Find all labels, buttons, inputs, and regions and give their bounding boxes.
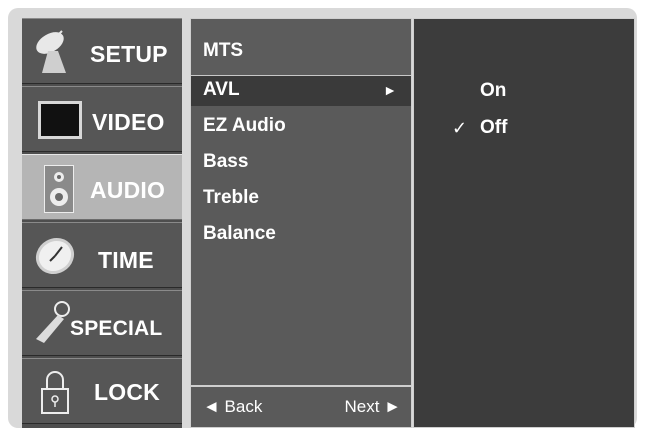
menu-item-label: AVL (203, 79, 240, 100)
category-video[interactable]: VIDEO (22, 86, 182, 152)
category-label: LOCK (94, 379, 160, 405)
checkmark-icon: ✓ (452, 118, 468, 138)
category-column: SETUP VIDEO AUDIO TIME SPECIAL LOCK (22, 18, 182, 428)
category-label: TIME (98, 247, 154, 273)
menu-item-avl[interactable]: AVL ► (191, 76, 411, 106)
menu-item-bass[interactable]: Bass (191, 148, 411, 178)
category-audio[interactable]: AUDIO (22, 154, 182, 220)
category-setup[interactable]: SETUP (22, 18, 182, 84)
option-on[interactable]: On (480, 80, 506, 102)
category-label: AUDIO (90, 177, 166, 203)
menu-item-label: Treble (203, 187, 259, 208)
category-special[interactable]: SPECIAL (22, 290, 182, 356)
menu-item-treble[interactable]: Treble (191, 184, 411, 214)
menu-item-balance[interactable]: Balance (191, 220, 411, 250)
menu-item-label: Bass (203, 151, 249, 172)
audio-submenu: MTS AVL ► EZ Audio Bass Treble Balance ◄… (190, 18, 412, 428)
menu-item-ez-audio[interactable]: EZ Audio (191, 112, 411, 142)
category-label: VIDEO (92, 109, 165, 135)
clock-icon (35, 237, 75, 275)
menu-item-label: Balance (203, 223, 276, 244)
category-label: SPECIAL (70, 317, 163, 340)
submenu-arrow-icon: ► (383, 82, 397, 98)
option-off[interactable]: Off (480, 117, 507, 139)
menu-footer: ◄ Back Next ► (191, 385, 411, 427)
key-icon (36, 301, 70, 343)
speaker-icon (44, 165, 74, 213)
next-button[interactable]: Next ► (344, 397, 401, 417)
tv-screen-icon (38, 101, 82, 139)
category-time[interactable]: TIME (22, 222, 182, 288)
back-button[interactable]: ◄ Back (203, 397, 262, 417)
menu-item-label: EZ Audio (203, 115, 286, 136)
category-lock[interactable]: LOCK (22, 358, 182, 424)
avl-options-panel: On ✓ Off (413, 18, 635, 428)
menu-item-label: MTS (203, 40, 244, 61)
satellite-dish-icon (36, 30, 66, 73)
menu-item-mts[interactable]: MTS (191, 19, 411, 76)
category-label: SETUP (90, 41, 168, 67)
padlock-icon (41, 371, 69, 414)
